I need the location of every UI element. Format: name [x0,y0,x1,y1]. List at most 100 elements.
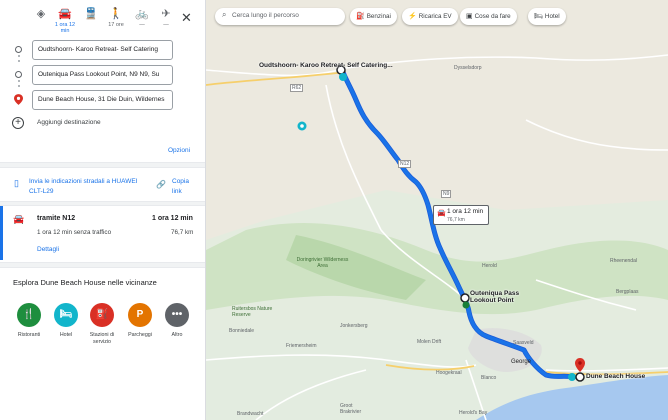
stop-marker[interactable] [460,293,470,303]
restaurant-icon: 🍴 [17,303,41,327]
route-via: tramite N12 [37,215,76,222]
chip-things-to-do[interactable]: ▣ Cose da fare [460,8,517,25]
chip-label: Hotel [544,13,560,20]
origin-circle-icon [15,46,22,53]
place-label: Doringrivier Wilderness Area [296,257,349,269]
mode-car-time: 1 ora 12 min [54,22,76,34]
ev-charging-icon: ⚡ [408,13,417,20]
route-time: 1 ora 12 min [152,215,193,222]
bicycle-icon: 🚲 [135,8,149,20]
poi-marker-dot [300,124,304,128]
directions-panel: ◈ 🚘 1 ora 12 min 🚆 🚶 17 ore 🚲 — ✈ — ✕ Ou… [0,0,206,420]
link-icon[interactable]: 🔗 [156,180,166,189]
close-icon[interactable]: ✕ [181,10,192,26]
category-label: Parcheggi [128,332,152,338]
category-restaurants[interactable]: 🍴 Ristoranti [11,303,47,339]
chip-label: Ricarica EV [418,13,452,20]
place-label: Groot Brakrivier [340,403,362,415]
category-label: Hotel [59,332,73,338]
destination-hotel-marker[interactable] [568,373,576,381]
chip-label: Cose da fare [474,13,511,20]
route-option-card[interactable]: 🚘 tramite N12 1 ora 12 min 1 ora 12 min … [0,206,205,260]
destination-row: Dune Beach House, 31 Die Duin, Wildernes [0,90,205,110]
route-dots [18,80,20,90]
travel-mode-bar: ◈ 🚘 1 ora 12 min 🚆 🚶 17 ore 🚲 — ✈ — ✕ [0,4,205,38]
plane-icon: ✈ [161,8,171,20]
destination-circle-marker[interactable] [575,372,585,382]
callout-distance: 76,7 km [447,217,465,223]
hotel-icon: 🛏 [534,13,543,20]
chip-label: Benzinai [366,13,391,20]
place-label: Rheenendal [610,258,637,264]
car-icon: 🚘 [437,210,446,217]
details-button[interactable]: Dettagli [37,246,59,253]
more-icon: ••• [165,303,189,327]
dry-terrain [206,0,668,240]
options-button[interactable]: Opzioni [168,147,190,154]
category-hotels[interactable]: 🛏 Hotel [48,303,84,339]
stop-input[interactable]: Outeniqua Pass Lookout Point, N9 N9, Su [32,65,173,85]
chip-gas-stations[interactable]: ⛽ Benzinai [350,8,397,25]
origin-row: Oudtshoorn- Karoo Retreat- Self Catering [0,40,205,60]
car-icon: 🚘 [13,214,25,224]
mode-bike[interactable]: 🚲 — [130,6,154,28]
phone-icon: ▯ [14,178,19,188]
place-label: Dysselsdorp [454,65,482,71]
train-icon: 🚆 [84,8,98,20]
mode-walk[interactable]: 🚶 17 ore [104,6,128,28]
explore-title: Esplora Dune Beach House nelle vicinanze [13,278,157,287]
mode-best[interactable]: ◈ [29,6,53,22]
send-to-phone-row: ▯ Invia le indicazioni stradali a HUAWEI… [0,175,205,199]
origin-map-label[interactable]: Oudtshoorn- Karoo Retreat- Self Catering… [259,62,393,69]
stop-map-label[interactable]: Outeniqua Pass Lookout Point [470,290,528,304]
divider [0,262,205,268]
origin-input[interactable]: Oudtshoorn- Karoo Retreat- Self Catering [32,40,173,60]
mode-walk-time: 17 ore [108,22,124,28]
place-label: Saasveld [513,340,534,346]
add-destination-button[interactable]: + Aggiungi destinazione [12,117,192,131]
chip-ev-charging[interactable]: ⚡ Ricarica EV [402,8,458,25]
road-shield: N9 [441,190,452,198]
destination-map-label[interactable]: Dune Beach House [586,373,645,380]
place-label: Friemersheim [286,343,317,349]
category-label: Stazioni di servizio [89,332,115,345]
destination-pin-dot [578,361,582,365]
route-search-box[interactable]: ⌕ Cerca lungo il percorso [215,8,345,25]
hotel-icon: 🛏 [54,303,78,327]
search-placeholder: Cerca lungo il percorso [232,12,299,19]
mode-flight[interactable]: ✈ — [154,6,178,28]
destination-input[interactable]: Dune Beach House, 31 Die Duin, Wildernes [32,90,173,110]
place-label: Bergplaas [616,289,639,295]
plus-icon: + [12,117,24,129]
mode-transit[interactable]: 🚆 [79,6,103,22]
gas-station-icon: ⛽ [356,13,365,20]
category-more[interactable]: ••• Altro [159,303,195,339]
road-shield: N12 [398,160,412,168]
category-gas-stations[interactable]: ⛽ Stazioni di servizio [84,303,120,346]
car-icon: 🚘 [58,8,72,20]
place-label: Brandwacht [237,411,264,417]
send-to-phone-link[interactable]: Invia le indicazioni stradali a HUAWEI C… [29,177,139,197]
place-label: George [511,359,532,365]
gas-station-icon: ⛽ [90,303,114,327]
stop-row: Outeniqua Pass Lookout Point, N9 N9, Su [0,65,205,85]
route-time-callout[interactable]: 🚘 1 ora 12 min 76,7 km [433,205,489,225]
copy-link-button[interactable]: Copia link [172,177,200,197]
mode-bike-time: — [139,22,145,28]
mode-car[interactable]: 🚘 1 ora 12 min [53,6,77,34]
category-label: Ristoranti [17,332,41,338]
stop-viewpoint-marker[interactable] [462,301,470,309]
destination-pin-icon [14,94,23,105]
route-dots [18,55,20,65]
callout-time: 1 ora 12 min [447,208,484,215]
place-label: Ruitersbos Nature Reserve [232,306,273,318]
route-distance: 76,7 km [171,229,194,236]
chip-hotels[interactable]: 🛏 Hotel [528,8,566,25]
origin-hotel-marker[interactable] [339,73,347,81]
mode-flight-time: — [163,22,169,28]
camera-icon: ▣ [466,13,473,20]
category-label: Altro [171,332,183,338]
place-label: Herold's Bay [459,410,488,416]
road-shield: R62 [290,84,304,92]
category-parking[interactable]: P Parcheggi [122,303,158,339]
